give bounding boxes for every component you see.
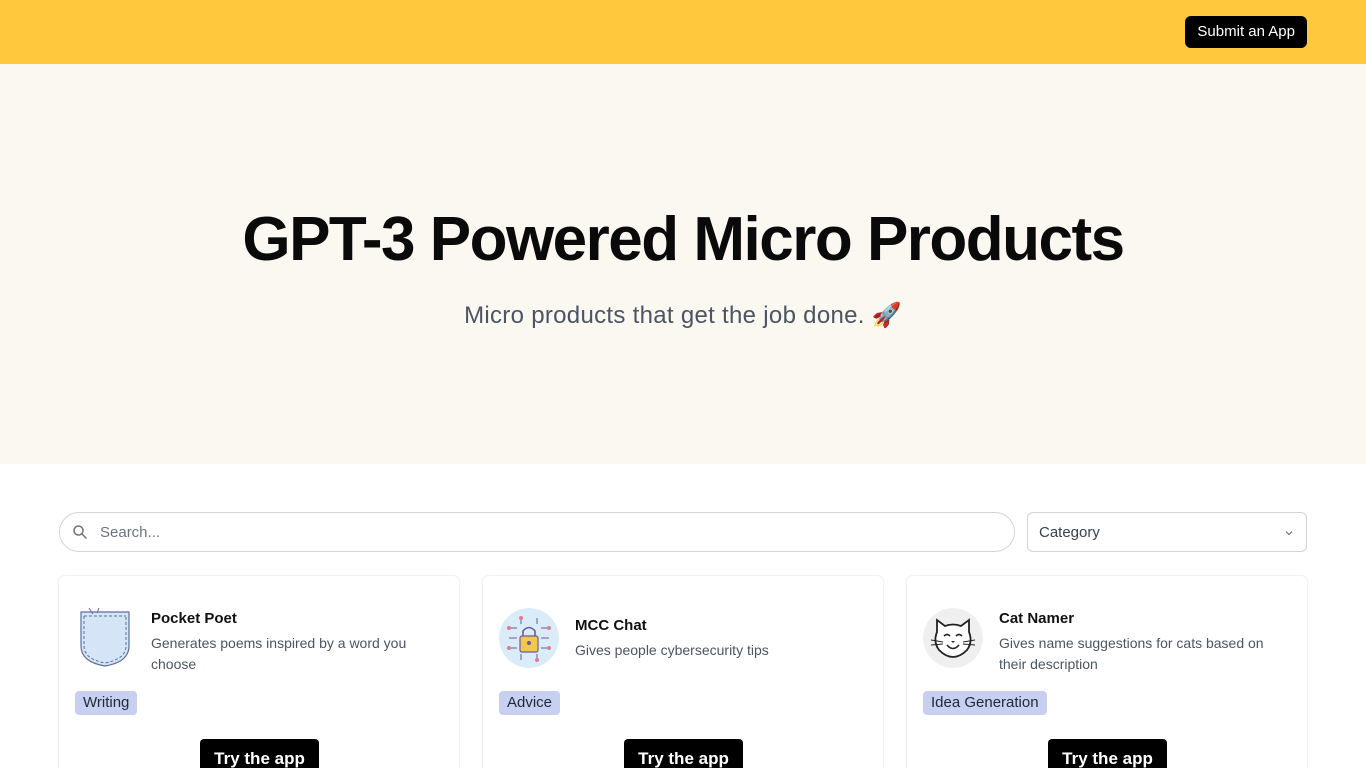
category-select[interactable]: Category — [1027, 512, 1307, 552]
card-title: MCC Chat — [575, 617, 647, 634]
card-description: Gives people cybersecurity tips — [575, 642, 769, 658]
card-title: Pocket Poet — [151, 610, 237, 627]
app-card: Cat Namer Gives name suggestions for cat… — [907, 576, 1307, 768]
submit-app-button[interactable]: Submit an App — [1185, 16, 1307, 48]
page-title: GPT-3 Powered Micro Products — [242, 205, 1125, 274]
hero-section: GPT-3 Powered Micro Products Micro produ… — [0, 64, 1366, 464]
try-app-button[interactable]: Try the app — [200, 739, 319, 768]
card-title: Cat Namer — [999, 610, 1075, 627]
try-app-button[interactable]: Try the app — [1048, 739, 1167, 768]
try-app-button[interactable]: Try the app — [624, 739, 743, 768]
app-card: Pocket Poet Generates poems inspired by … — [59, 576, 459, 768]
category-label: Category — [1039, 524, 1100, 541]
app-card: MCC Chat Gives people cybersecurity tips… — [483, 576, 883, 768]
chevron-down-icon — [1285, 531, 1293, 536]
search-bar[interactable] — [59, 512, 1015, 552]
cat-icon — [923, 608, 983, 668]
search-input[interactable] — [100, 513, 1000, 551]
category-badge: Advice — [499, 691, 561, 715]
page-subtitle: Micro products that get the job done. 🚀 — [464, 302, 902, 329]
search-icon — [73, 525, 87, 539]
category-badge: Idea Generation — [923, 691, 1047, 715]
lock-circuit-icon — [499, 608, 559, 668]
pocket-icon — [75, 608, 135, 668]
card-description: Generates poems inspired by a word you c… — [151, 635, 407, 672]
top-bar: Submit an App — [0, 0, 1366, 64]
category-badge: Writing — [75, 691, 138, 715]
card-description: Gives name suggestions for cats based on… — [999, 635, 1264, 672]
